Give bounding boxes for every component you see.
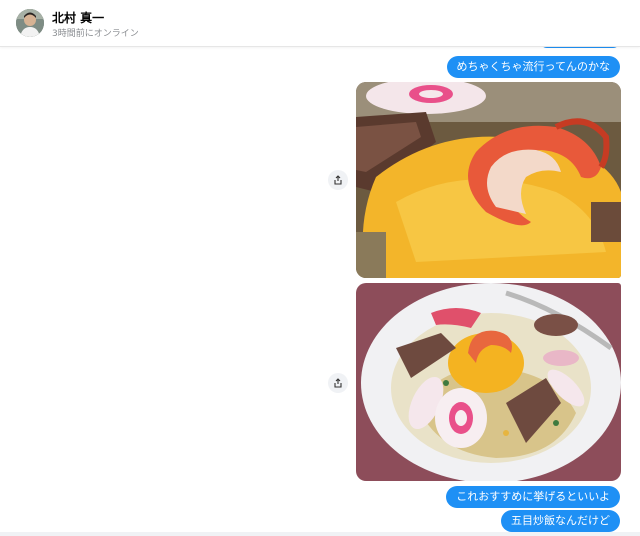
message-bubble: めちゃくちゃ流行ってんのかな bbox=[446, 56, 620, 78]
contact-name[interactable]: 北村 真一 bbox=[52, 9, 104, 26]
contact-status: 3時間前にオンライン bbox=[52, 29, 139, 39]
message-image-fried-rice[interactable] bbox=[356, 283, 621, 481]
share-button[interactable] bbox=[328, 170, 348, 190]
message-bubble: 五目炒飯なんだけど bbox=[501, 510, 620, 532]
message-image-omelette[interactable] bbox=[356, 82, 621, 278]
share-button[interactable] bbox=[328, 373, 348, 393]
chat-header: 北村 真一 3時間前にオンライン bbox=[0, 0, 640, 47]
message-bubble: これおすすめに挙げるといいよ bbox=[446, 486, 620, 508]
share-icon bbox=[334, 378, 342, 388]
avatar[interactable] bbox=[16, 9, 44, 37]
composer-edge bbox=[0, 532, 640, 536]
share-icon bbox=[334, 175, 342, 185]
